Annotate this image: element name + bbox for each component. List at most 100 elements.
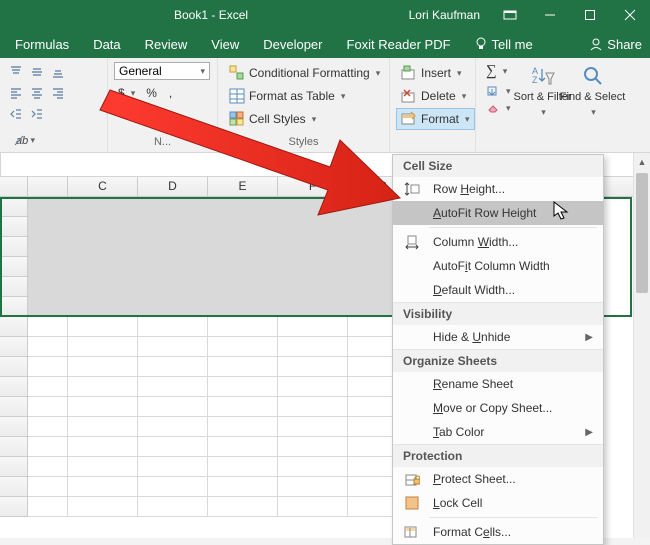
ribbon-group-alignment: ab▾ ab ▾ Alignment	[0, 58, 108, 152]
ribbon-display-options-icon[interactable]	[490, 0, 530, 30]
increase-indent-icon[interactable]	[27, 104, 47, 124]
cells-group-label	[390, 134, 475, 152]
editing-group-label	[476, 134, 650, 152]
menu-section-cell-size: Cell Size	[393, 155, 603, 177]
cell-styles-icon	[229, 111, 245, 127]
insert-cells-button[interactable]: Insert▾	[396, 62, 475, 84]
align-center-icon[interactable]	[27, 83, 47, 103]
tab-developer[interactable]: Developer	[254, 33, 331, 56]
lightbulb-icon	[474, 37, 488, 51]
tab-view[interactable]: View	[202, 33, 248, 56]
lock-cell-icon	[403, 494, 421, 512]
tab-foxit[interactable]: Foxit Reader PDF	[338, 33, 460, 56]
menu-column-width-label: Column Width...	[433, 235, 518, 249]
select-all-corner[interactable]	[0, 177, 28, 196]
share-button[interactable]: Share	[589, 37, 642, 52]
tab-review[interactable]: Review	[136, 33, 197, 56]
decrease-decimal-icon[interactable]: .00.0	[142, 106, 168, 122]
scroll-up-icon[interactable]: ▲	[634, 153, 650, 170]
maximize-button[interactable]	[570, 0, 610, 30]
tell-me-label: Tell me	[492, 37, 533, 52]
ribbon-group-number: General ▾ $▾ % , .0.00 .00.0 N...	[108, 58, 218, 152]
column-header[interactable]	[28, 177, 68, 196]
svg-text:.0: .0	[155, 110, 163, 120]
person-icon	[589, 37, 603, 51]
format-cells-menu-icon	[403, 523, 421, 541]
find-select-icon	[581, 65, 605, 87]
tab-data[interactable]: Data	[84, 33, 129, 56]
find-select-label: Find & Select	[560, 91, 625, 103]
mouse-cursor-icon	[553, 201, 571, 223]
format-as-table-button[interactable]: Format as Table▾	[224, 85, 385, 107]
protect-sheet-icon	[403, 470, 421, 488]
title-bar: Book1 - Excel Lori Kaufman	[0, 0, 650, 30]
menu-autofit-row-label: AutoFit Row Height	[433, 206, 536, 220]
menu-default-width-label: Default Width...	[433, 283, 515, 297]
menu-tab-color[interactable]: Tab Color ▶	[393, 420, 603, 444]
menu-autofit-column-width[interactable]: AutoFit Column Width	[393, 254, 603, 278]
styles-group-label: Styles	[218, 134, 389, 152]
clear-icon[interactable]: ▾	[482, 101, 515, 115]
ribbon-group-editing: ∑▾ ▾ ▾ AZ Sort & Filter▾ Find & Select▾	[476, 58, 650, 152]
svg-text:.0: .0	[118, 109, 126, 119]
delete-cells-icon	[401, 88, 417, 104]
find-select-button[interactable]: Find & Select▾	[571, 62, 615, 121]
menu-column-width[interactable]: Column Width...	[393, 230, 603, 254]
menu-row-height-label: Row Height...	[433, 182, 505, 196]
format-cells-icon	[401, 111, 417, 127]
number-group-label: N...	[108, 134, 217, 152]
tell-me[interactable]: Tell me	[466, 33, 541, 56]
menu-row-height[interactable]: Row Height...	[393, 177, 603, 201]
menu-move-copy-sheet[interactable]: Move or Copy Sheet...	[393, 396, 603, 420]
comma-format-icon[interactable]: ,	[164, 84, 177, 102]
sort-filter-icon: AZ	[531, 65, 555, 87]
delete-cells-button[interactable]: Delete▾	[396, 85, 475, 107]
vertical-scrollbar[interactable]: ▲	[633, 153, 650, 538]
column-header[interactable]: E	[208, 177, 278, 196]
close-button[interactable]	[610, 0, 650, 30]
column-width-icon	[403, 233, 421, 251]
sort-filter-button[interactable]: AZ Sort & Filter▾	[521, 62, 565, 121]
table-icon	[229, 88, 245, 104]
align-bottom-icon[interactable]	[48, 62, 68, 82]
align-right-icon[interactable]	[48, 83, 68, 103]
insert-cells-icon	[401, 65, 417, 81]
column-header[interactable]: D	[138, 177, 208, 196]
column-header[interactable]: C	[68, 177, 138, 196]
align-left-icon[interactable]	[6, 83, 26, 103]
scroll-thumb[interactable]	[636, 173, 648, 293]
increase-decimal-icon[interactable]: .0.00	[114, 106, 140, 122]
menu-rename-sheet[interactable]: Rename Sheet	[393, 372, 603, 396]
insert-cells-label: Insert	[421, 66, 451, 80]
format-dropdown-menu: Cell Size Row Height... AutoFit Row Heig…	[392, 154, 604, 545]
column-header[interactable]: F	[278, 177, 348, 196]
format-cells-button[interactable]: Format▾	[396, 108, 475, 130]
submenu-arrow-icon: ▶	[585, 427, 593, 438]
menu-format-cells[interactable]: Format Cells...	[393, 520, 603, 544]
fill-icon[interactable]: ▾	[482, 84, 515, 98]
accounting-format-icon[interactable]: $▾	[114, 84, 139, 102]
menu-hide-unhide[interactable]: Hide & Unhide ▶	[393, 325, 603, 349]
ribbon-group-styles: Conditional Formatting▾ Format as Table▾…	[218, 58, 390, 152]
orientation-icon[interactable]: ab▾	[12, 130, 36, 150]
autosum-icon[interactable]: ∑▾	[482, 62, 515, 81]
menu-default-width[interactable]: Default Width...	[393, 278, 603, 302]
decrease-indent-icon[interactable]	[6, 104, 26, 124]
share-label: Share	[607, 37, 642, 52]
menu-section-visibility: Visibility	[393, 302, 603, 325]
number-format-value: General	[119, 64, 162, 78]
percent-format-icon[interactable]: %	[141, 84, 162, 102]
menu-lock-cell[interactable]: Lock Cell	[393, 491, 603, 515]
align-middle-icon[interactable]	[27, 62, 47, 82]
tab-formulas[interactable]: Formulas	[6, 33, 78, 56]
submenu-arrow-icon: ▶	[585, 332, 593, 343]
menu-protect-sheet[interactable]: Protect Sheet...	[393, 467, 603, 491]
conditional-formatting-button[interactable]: Conditional Formatting▾	[224, 62, 385, 84]
minimize-button[interactable]	[530, 0, 570, 30]
menu-autofit-row-height[interactable]: AutoFit Row Height	[393, 201, 603, 225]
number-format-dropdown[interactable]: General ▾	[114, 62, 210, 80]
user-name[interactable]: Lori Kaufman	[409, 8, 480, 22]
cell-styles-button[interactable]: Cell Styles▾	[224, 108, 385, 130]
row-height-icon	[403, 180, 421, 198]
align-top-icon[interactable]	[6, 62, 26, 82]
